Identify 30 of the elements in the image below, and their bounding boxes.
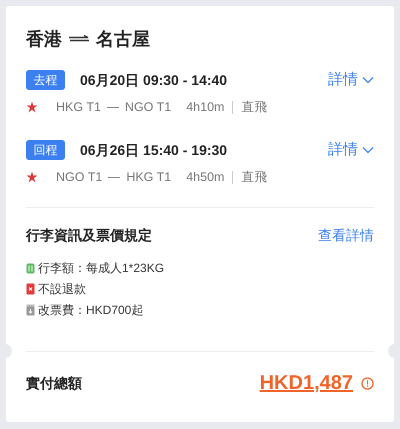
ticket-change-icon — [26, 304, 35, 316]
info-icon — [361, 376, 374, 390]
trip-tag: 回程 — [26, 140, 65, 160]
direct-flight-label: 直飛 — [241, 98, 268, 116]
origin-city: 香港 — [26, 28, 62, 50]
arrival-airport: NGO T1 — [124, 98, 172, 116]
direct-flight-label: 直飛 — [241, 168, 268, 186]
flight-datetime: 06月20日 09:30 - 14:40 — [80, 70, 228, 90]
destination-city: 名古屋 — [96, 28, 150, 50]
flight-datetime: 06月26日 15:40 - 19:30 — [80, 140, 228, 160]
round-trip-arrows-icon — [68, 35, 90, 43]
details-link[interactable]: 詳情 — [328, 68, 374, 92]
total-label: 實付總額 — [26, 374, 82, 392]
chevron-down-icon — [362, 146, 374, 154]
chevron-down-icon — [362, 76, 374, 84]
total-price: HKD1,487 — [260, 371, 353, 396]
no-refund-icon — [26, 283, 35, 295]
flight-duration: 4h50m — [186, 168, 224, 186]
details-link[interactable]: 詳情 — [328, 138, 374, 162]
section-heading: 行李資訊及票價規定 — [26, 226, 152, 245]
view-details-link[interactable]: 查看詳情 — [318, 224, 374, 246]
arrival-airport: HKG T1 — [126, 168, 172, 186]
trip-tag: 去程 — [26, 70, 65, 90]
departure-airport: HKG T1 — [56, 98, 101, 116]
rule-text: 不設退款 — [38, 281, 86, 298]
luggage-icon — [26, 262, 35, 274]
departure-airport: NGO T1 — [56, 168, 102, 186]
rule-text: 改票費：HKD700起 — [38, 302, 144, 319]
rule-text: 行李額：每成人1*23KG — [38, 260, 164, 277]
flight-duration: 4h10m — [186, 98, 224, 116]
